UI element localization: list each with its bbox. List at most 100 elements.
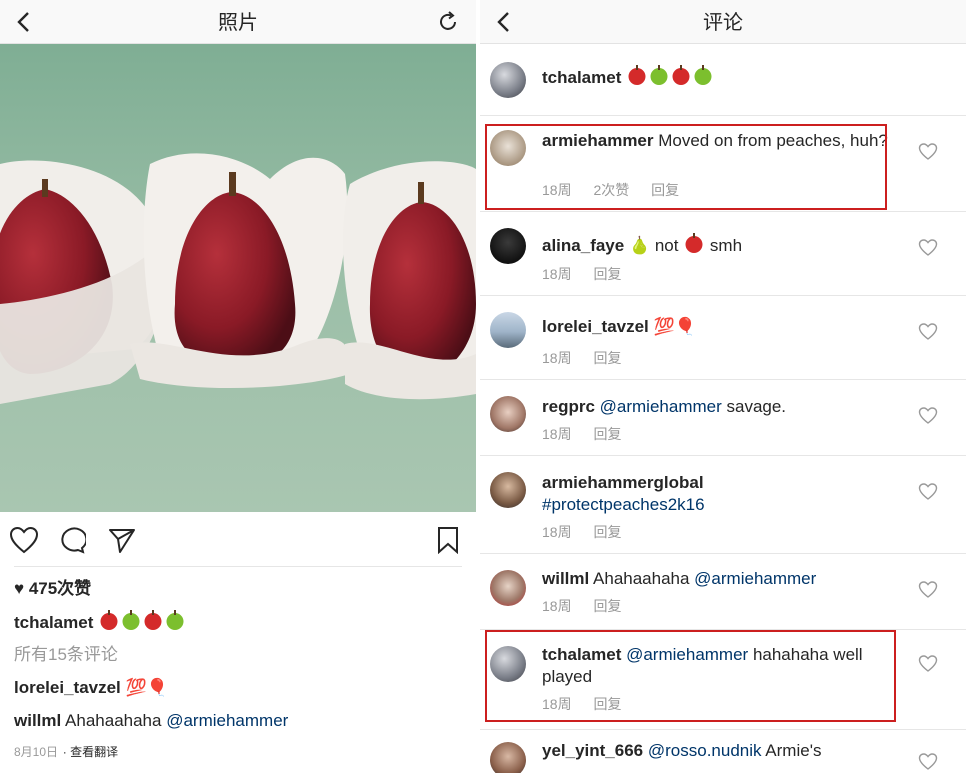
green-apple-icon: [122, 610, 140, 630]
avatar[interactable]: [490, 312, 526, 348]
reply-button[interactable]: 回复: [593, 426, 621, 442]
mention-link[interactable]: @armiehammer: [689, 569, 816, 588]
red-apple-icon: [144, 610, 162, 630]
page-title: 评论: [703, 10, 743, 34]
heart-icon[interactable]: [918, 482, 938, 502]
comment-age: 18周: [542, 266, 572, 282]
comment-username[interactable]: alina_faye: [542, 236, 624, 255]
caption-username[interactable]: tchalamet: [14, 613, 93, 632]
reply-button[interactable]: 回复: [593, 524, 621, 540]
comment-item: lorelei_tavzel 💯🎈 18周 回复: [480, 296, 966, 380]
comment-username[interactable]: lorelei_tavzel: [14, 678, 121, 697]
preview-comment: lorelei_tavzel 💯🎈: [14, 675, 466, 708]
comment-username[interactable]: willml: [14, 711, 61, 730]
comment-item: armiehammerglobal #protectpeaches2k16 18…: [480, 456, 966, 554]
comment-text: Moved on from peaches, huh?: [653, 131, 888, 150]
comments-navbar: 评论: [480, 0, 966, 44]
comment-text: Armie's: [761, 741, 822, 760]
comment-meta: 18周 回复: [542, 348, 639, 368]
comment-text-block: armiehammer Moved on from peaches, huh?: [542, 130, 896, 152]
heart-icon[interactable]: [918, 322, 938, 342]
hashtag-link[interactable]: #protectpeaches2k16: [542, 495, 705, 514]
like-button[interactable]: [8, 524, 40, 556]
reply-button[interactable]: 回复: [593, 598, 621, 614]
comment-text: smh: [705, 236, 743, 255]
avatar[interactable]: [490, 570, 526, 606]
comment-text-block: tchalamet: [542, 64, 896, 89]
comment-text: 💯🎈: [648, 317, 696, 336]
comment-age: 18周: [542, 696, 572, 712]
comment-username[interactable]: tchalamet: [542, 68, 621, 87]
comment-item: armiehammer Moved on from peaches, huh? …: [480, 116, 966, 212]
avatar[interactable]: [490, 646, 526, 682]
comment-age: 18周: [542, 350, 572, 366]
comment-age: 18周: [542, 598, 572, 614]
post-photo[interactable]: [0, 44, 476, 512]
avatar[interactable]: [490, 472, 526, 508]
post-actions: [0, 512, 476, 568]
red-apple-icon: [628, 65, 646, 85]
comment-username[interactable]: yel_yint_666: [542, 741, 643, 760]
mention-link[interactable]: @armiehammer: [166, 711, 288, 730]
page-title: 照片: [218, 10, 258, 34]
mention-link[interactable]: @armiehammer: [595, 397, 722, 416]
mention-link[interactable]: @rosso.nudnik: [643, 741, 762, 760]
avatar[interactable]: [490, 228, 526, 264]
heart-icon[interactable]: [918, 406, 938, 426]
comment-text-block: willml Ahahaahaha @armiehammer: [542, 568, 896, 590]
refresh-button[interactable]: [432, 6, 464, 38]
avatar[interactable]: [490, 742, 526, 773]
comment-age: 18周: [542, 182, 572, 198]
comment-meta: 18周 回复: [542, 596, 639, 616]
comment-item: willml Ahahaahaha @armiehammer 18周 回复: [480, 554, 966, 630]
comment-username[interactable]: regprc: [542, 397, 595, 416]
comment-username[interactable]: tchalamet: [542, 645, 621, 664]
heart-icon[interactable]: [918, 580, 938, 600]
reply-button[interactable]: 回复: [651, 182, 679, 198]
heart-icon[interactable]: [918, 238, 938, 258]
comment-text-block: regprc @armiehammer savage.: [542, 396, 896, 418]
heart-icon[interactable]: [918, 142, 938, 162]
heart-icon[interactable]: [918, 654, 938, 674]
comment-text: Ahahaahaha: [65, 711, 162, 730]
comment-username[interactable]: lorelei_tavzel: [542, 317, 649, 336]
avatar[interactable]: [490, 130, 526, 166]
reply-button[interactable]: 回复: [593, 696, 621, 712]
share-button[interactable]: [106, 524, 138, 556]
divider: [14, 566, 462, 567]
comment-meta: 18周 回复: [542, 264, 639, 284]
comment-username[interactable]: armiehammerglobal: [542, 473, 704, 492]
comments-panel: 评论 tchalamet armiehammer Moved on from p…: [480, 0, 966, 773]
post-info: ♥ 475次赞 tchalamet 所有15条评论 lorelei_tavzel…: [14, 576, 466, 762]
comment-text-block: armiehammerglobal #protectpeaches2k16: [542, 472, 896, 516]
heart-icon[interactable]: [918, 752, 938, 772]
comment-likes[interactable]: 2次赞: [593, 182, 629, 198]
preview-comment: willml Ahahaahaha @armiehammer: [14, 708, 466, 741]
comment-username[interactable]: armiehammer: [542, 131, 654, 150]
comment-age: 18周: [542, 524, 572, 540]
comment-button[interactable]: [56, 524, 88, 556]
reply-button[interactable]: 回复: [593, 350, 621, 366]
comment-meta: 18周 回复: [542, 424, 639, 444]
comment-username[interactable]: willml: [542, 569, 589, 588]
avatar[interactable]: [490, 396, 526, 432]
mention-link[interactable]: @armiehammer: [621, 645, 748, 664]
comment-text-block: yel_yint_666 @rosso.nudnik Armie's: [542, 740, 896, 762]
photo-navbar: 照片: [0, 0, 476, 44]
save-button[interactable]: [432, 524, 464, 556]
comment-text-block: alina_faye 🍐 not smh: [542, 232, 896, 257]
comment-item: tchalamet @armiehammer hahahaha well pla…: [480, 630, 966, 730]
red-apple-icon: [672, 65, 690, 85]
like-count[interactable]: ♥ 475次赞: [14, 576, 466, 609]
comment-item: yel_yint_666 @rosso.nudnik Armie's: [480, 730, 966, 773]
apple-emoji-row: [98, 610, 186, 632]
comment-meta: 18周 回复: [542, 694, 639, 714]
comment-text: 🍐 not: [624, 236, 684, 255]
comment-text: savage.: [721, 397, 787, 416]
caption: tchalamet: [14, 609, 466, 642]
view-all-comments-link[interactable]: 所有15条评论: [14, 642, 466, 675]
post-meta: 8月10日 · 查看翻译: [14, 741, 466, 762]
translate-link[interactable]: · 查看翻译: [63, 745, 118, 759]
reply-button[interactable]: 回复: [593, 266, 621, 282]
avatar[interactable]: [490, 62, 526, 98]
